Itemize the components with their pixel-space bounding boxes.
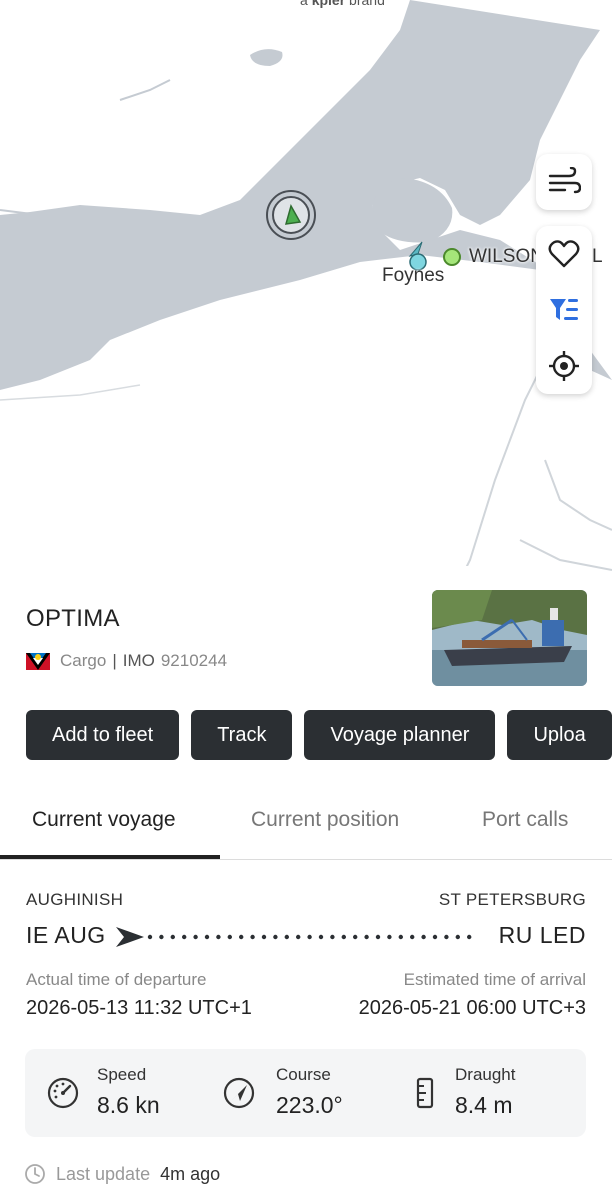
map-tools-control (536, 226, 592, 394)
origin-port-code[interactable]: IE AUG (26, 922, 106, 949)
route-dot (284, 934, 289, 940)
brand-suffix: brand (349, 0, 385, 8)
route-dot (432, 934, 438, 940)
route-dot (364, 934, 369, 940)
tab-current-position[interactable]: Current position (251, 808, 399, 832)
route-dot (455, 934, 460, 940)
speedometer-icon (47, 1077, 79, 1109)
course-stat: Course 223.0° (205, 1049, 385, 1137)
route-dot (444, 934, 449, 940)
route-dot (204, 934, 210, 940)
tab-current-voyage[interactable]: Current voyage (32, 808, 176, 832)
route-dot (182, 934, 187, 940)
speed-value: 8.6 kn (97, 1092, 160, 1118)
vessel-arrow-icon (284, 204, 302, 225)
vessel-name: OPTIMA (26, 605, 120, 632)
brand-name: kpler (311, 0, 346, 8)
route-dot (387, 934, 392, 940)
progress-arrow-icon (116, 927, 144, 947)
terminal-label-tail: L (592, 246, 603, 267)
route-dot (250, 934, 255, 940)
tab-port-calls[interactable]: Port calls (482, 808, 568, 832)
terminal-dot[interactable] (443, 248, 461, 266)
favorite-button[interactable] (536, 226, 592, 282)
arrival-label: Estimated time of arrival (403, 970, 586, 989)
departure-label: Actual time of departure (26, 970, 207, 989)
map-brand: a kpler brand (300, 0, 385, 8)
route-dot (341, 934, 346, 940)
route-dot (273, 934, 278, 940)
draught-stat: Draught 8.4 m (385, 1049, 585, 1137)
antigua-flag-icon (26, 652, 50, 670)
route-dot (398, 934, 403, 940)
departure-time: 2026-05-13 11:32 UTC+1 (26, 997, 252, 1019)
action-bar: Add to fleet Track Voyage planner Uploa (26, 710, 612, 760)
vessel-position-marker[interactable] (266, 190, 316, 240)
add-to-fleet-button[interactable]: Add to fleet (26, 710, 180, 760)
imo-number: 9210244 (160, 651, 228, 670)
vessel-stats-panel: Speed 8.6 kn Course 223.0° Draught 8.4 m (25, 1049, 586, 1137)
vessel-type: Cargo (60, 651, 107, 670)
draught-value: 8.4 m (455, 1092, 513, 1118)
destination-port-code[interactable]: RU LED (499, 922, 586, 949)
active-tab-indicator (0, 855, 220, 859)
route-dot (147, 934, 153, 940)
ship-photo-image (432, 590, 587, 686)
crosshair-icon (549, 351, 579, 381)
last-update-value: 4m ago (160, 1163, 221, 1184)
brand-prefix: a (300, 0, 308, 8)
vessel-subtitle: Cargo | IMO 9210244 (26, 651, 227, 671)
route-dot (353, 934, 358, 940)
map-background (0, 0, 612, 600)
subtitle-separator: | (112, 651, 117, 670)
route-dot (193, 934, 198, 940)
route-dot (375, 934, 381, 940)
route-dot (261, 934, 267, 940)
imo-label: IMO (122, 651, 155, 670)
ruler-icon (416, 1077, 434, 1109)
track-button[interactable]: Track (191, 710, 293, 760)
filter-button[interactable] (536, 282, 592, 338)
locate-button[interactable] (536, 338, 592, 394)
route-dot (227, 934, 232, 940)
filter-icon (550, 299, 578, 320)
route-dot (307, 934, 312, 940)
route-dot (421, 934, 426, 940)
speed-label: Speed (97, 1065, 147, 1084)
route-dot (216, 934, 221, 940)
route-dot (467, 934, 472, 940)
route-dot (170, 934, 175, 940)
last-update-label: Last update (56, 1163, 151, 1184)
terminal-label: WILSON (469, 246, 544, 267)
wind-button[interactable] (536, 154, 592, 210)
route-dot (410, 934, 415, 940)
arrival-time: 2026-05-21 06:00 UTC+3 (358, 997, 586, 1019)
route-dot (296, 934, 301, 940)
voyage-progress-line (116, 927, 472, 947)
route-dot (318, 934, 324, 940)
heart-icon (548, 240, 580, 268)
speed-stat: Speed 8.6 kn (25, 1049, 205, 1137)
voyage-planner-button[interactable]: Voyage planner (304, 710, 496, 760)
detail-tabs: Current voyage Current position Port cal… (0, 790, 612, 860)
draught-label: Draught (455, 1065, 516, 1084)
vessel-photo[interactable] (432, 590, 587, 686)
port-label: Foynes (382, 265, 445, 286)
clock-icon (25, 1164, 45, 1184)
destination-port-name: ST PETERSBURG (438, 890, 586, 909)
map-view[interactable]: a kpler brand Foynes WILSON L (0, 0, 612, 600)
last-update: Last update 4m ago (24, 1163, 220, 1185)
origin-port-name: AUGHINISH (26, 890, 124, 909)
route-dot (239, 934, 244, 940)
route-dot (159, 934, 164, 940)
course-value: 223.0° (276, 1092, 343, 1118)
upload-button[interactable]: Uploa (507, 710, 612, 760)
route-dot (330, 934, 335, 940)
course-label: Course (276, 1065, 331, 1084)
weather-control (536, 154, 592, 210)
wind-icon (548, 167, 581, 194)
compass-icon (223, 1077, 255, 1109)
